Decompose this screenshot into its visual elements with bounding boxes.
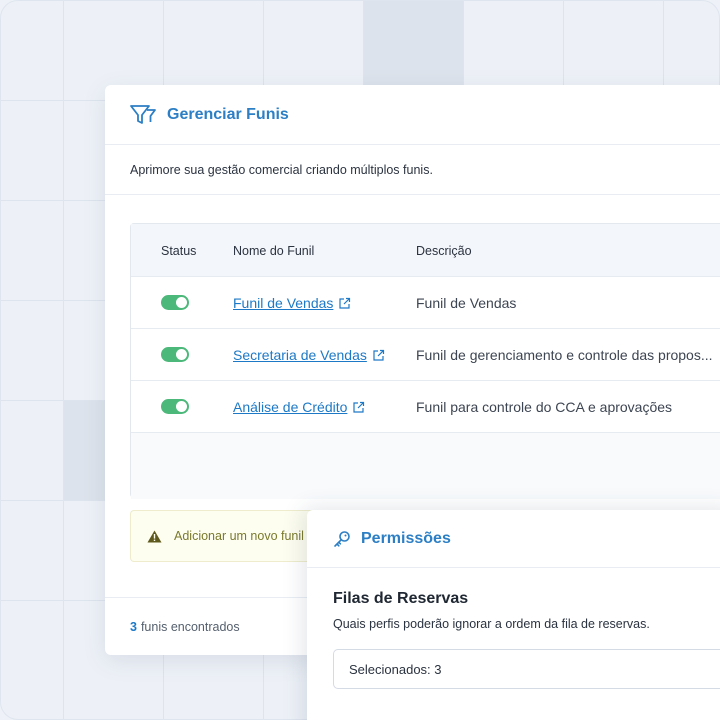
table-header: Status Nome do Funil Descrição bbox=[131, 224, 720, 277]
funnel-description: Funil para controle do CCA e aprovações bbox=[416, 399, 673, 415]
bg-grid-cell bbox=[64, 301, 106, 401]
reservation-queue-title: Filas de Reservas bbox=[333, 590, 469, 607]
warning-icon bbox=[147, 530, 162, 543]
column-header-description: Descrição bbox=[416, 244, 472, 258]
table-row: Secretaria de Vendas Funil de gerenciame… bbox=[131, 329, 720, 381]
permissions-card: Permissões Filas de Reservas Quais perfi… bbox=[307, 510, 720, 720]
funnel-link[interactable]: Análise de Crédito bbox=[233, 399, 365, 415]
funnels-subtitle: Aprimore sua gestão comercial criando mú… bbox=[105, 145, 720, 195]
external-link-icon[interactable] bbox=[352, 401, 365, 414]
permissions-title: Permissões bbox=[361, 529, 451, 547]
funnel-name[interactable]: Análise de Crédito bbox=[233, 399, 347, 415]
table-row: Funil de Vendas Funil de Vendas bbox=[131, 277, 720, 329]
column-header-status: Status bbox=[161, 244, 197, 258]
funnels-count: 3 bbox=[130, 619, 137, 634]
funnel-description: Funil de gerenciamento e controle das pr… bbox=[416, 347, 713, 363]
bg-grid-cell bbox=[1, 1, 64, 101]
table-row: Análise de Crédito Funil para controle d… bbox=[131, 381, 720, 433]
funnel-name[interactable]: Funil de Vendas bbox=[233, 295, 333, 311]
bg-grid-cell bbox=[1, 601, 64, 719]
reservation-queue-description: Quais perfis poderão ignorar a ordem da … bbox=[333, 617, 650, 631]
add-funnel-text[interactable]: Adicionar um novo funil bbox=[174, 529, 304, 543]
funnels-title: Gerenciar Funis bbox=[167, 105, 289, 123]
bg-grid-cell bbox=[64, 101, 106, 201]
funnel-link[interactable]: Secretaria de Vendas bbox=[233, 347, 385, 363]
bg-grid-cell bbox=[1, 101, 64, 201]
status-toggle[interactable] bbox=[161, 399, 189, 414]
key-icon bbox=[333, 530, 351, 548]
bg-grid-cell bbox=[64, 401, 106, 501]
column-header-name: Nome do Funil bbox=[233, 244, 315, 258]
table-empty-area bbox=[131, 433, 720, 499]
profiles-select[interactable]: Selecionados: 3 bbox=[333, 649, 720, 689]
funnel-icon bbox=[129, 103, 157, 127]
external-link-icon[interactable] bbox=[338, 297, 351, 310]
bg-grid-cell bbox=[1, 201, 64, 301]
bg-grid-cell bbox=[64, 201, 106, 301]
external-link-icon[interactable] bbox=[372, 349, 385, 362]
funnel-description: Funil de Vendas bbox=[416, 295, 517, 311]
status-toggle[interactable] bbox=[161, 347, 189, 362]
bg-grid-cell bbox=[1, 301, 64, 401]
funnels-card-header: Gerenciar Funis bbox=[105, 85, 720, 145]
permissions-card-header: Permissões bbox=[307, 510, 720, 568]
funnel-link[interactable]: Funil de Vendas bbox=[233, 295, 351, 311]
bg-grid-cell bbox=[1, 501, 64, 601]
bg-grid-cell bbox=[1, 401, 64, 501]
status-toggle[interactable] bbox=[161, 295, 189, 310]
funnels-count-label: funis encontrados bbox=[140, 619, 240, 634]
funnel-name[interactable]: Secretaria de Vendas bbox=[233, 347, 367, 363]
funnels-table: Status Nome do Funil Descrição Funil de … bbox=[130, 223, 720, 499]
bg-grid-cell bbox=[64, 501, 106, 601]
